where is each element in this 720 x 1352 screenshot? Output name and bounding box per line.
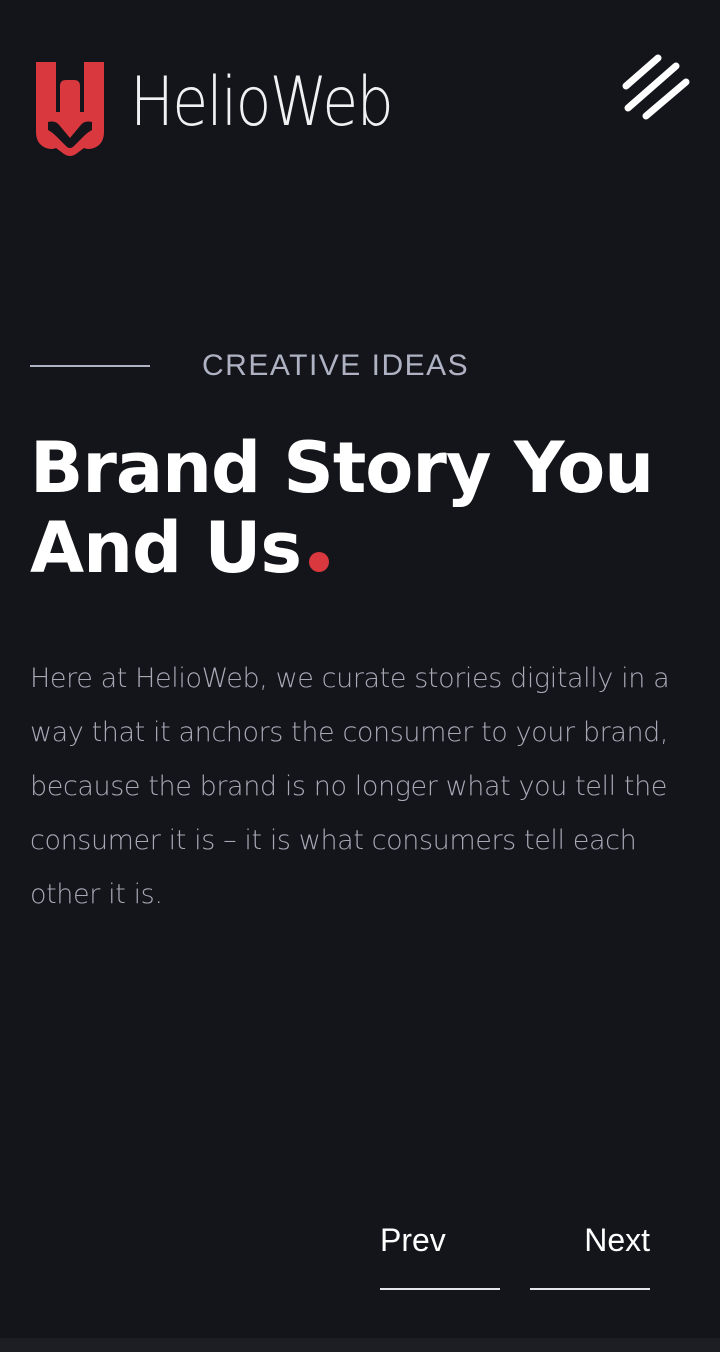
eyebrow-divider	[30, 365, 150, 367]
brand-name: HelioWeb	[130, 63, 394, 142]
hero-title: Brand Story You And Us	[30, 428, 710, 588]
prev-underline	[380, 1288, 500, 1290]
next-label: Next	[584, 1222, 650, 1258]
eyebrow-text: CREATIVE IDEAS	[202, 349, 470, 382]
next-button[interactable]: Next	[530, 1216, 650, 1290]
prev-button[interactable]: Prev	[380, 1216, 500, 1290]
prev-label: Prev	[380, 1222, 446, 1258]
brand-logo[interactable]: HelioWeb	[30, 56, 435, 160]
hero-description: Here at HelioWeb, we curate stories digi…	[30, 663, 670, 910]
eyebrow: CREATIVE IDEAS	[30, 346, 469, 386]
hero-title-line-2: And Us	[30, 507, 302, 589]
hero-title-line-1: Brand Story You	[30, 427, 654, 509]
menu-slashes-icon	[622, 54, 690, 120]
next-underline	[530, 1288, 650, 1290]
helioweb-logo-icon	[36, 62, 104, 156]
bottom-bar	[0, 1338, 720, 1352]
accent-dot-icon	[309, 552, 329, 572]
menu-button[interactable]	[618, 52, 694, 128]
hero-title-line-2-wrapper: And Us	[30, 508, 710, 588]
